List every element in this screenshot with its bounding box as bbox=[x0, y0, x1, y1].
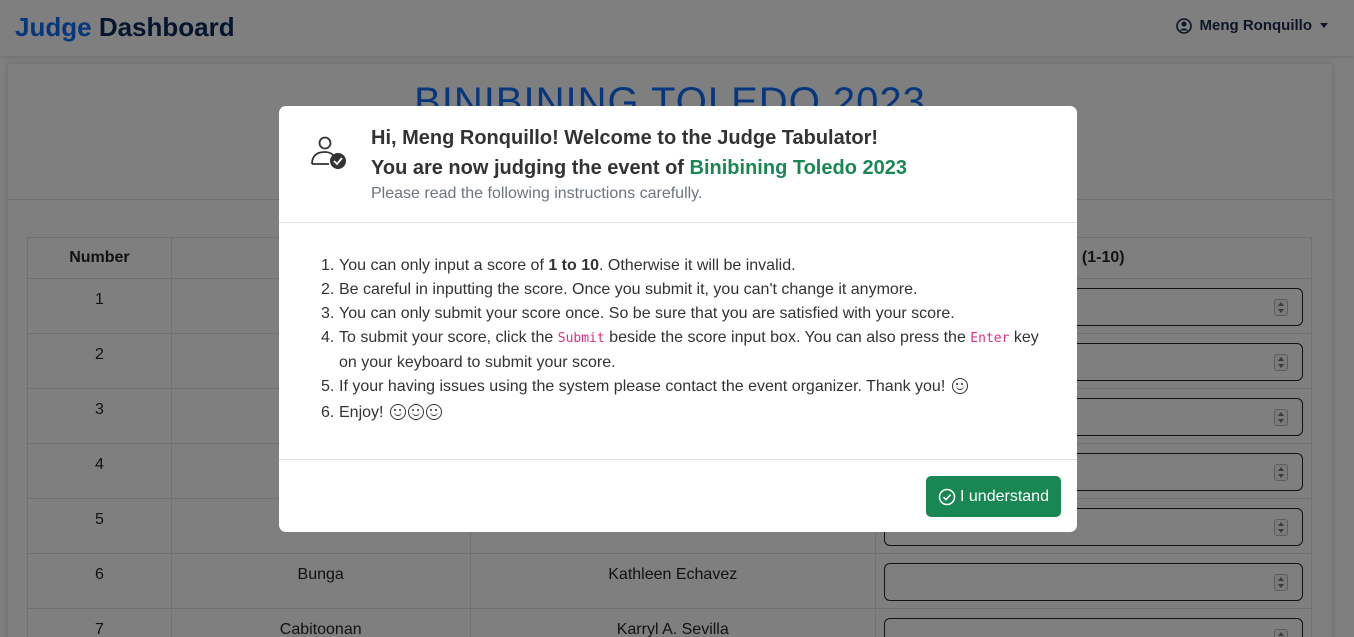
button-label: I understand bbox=[960, 487, 1049, 505]
modal-header: Hi, Meng Ronquillo! Welcome to the Judge… bbox=[279, 106, 1077, 223]
judging-prefix: You are now judging the event of bbox=[371, 157, 690, 179]
modal-body: 1. You can only input a score of 1 to 10.… bbox=[279, 223, 1077, 460]
modal-greeting: Hi, Meng Ronquillo! Welcome to the Judge… bbox=[371, 127, 879, 149]
modal-subtitle: Please read the following instructions c… bbox=[371, 185, 703, 202]
list-item: 6. Enjoy! bbox=[321, 401, 1049, 425]
smiley-icon bbox=[407, 404, 424, 420]
smiley-icon bbox=[951, 378, 968, 394]
instruction-text: You can only input a score of bbox=[339, 257, 549, 274]
check-circle-icon bbox=[938, 488, 956, 505]
instruction-text: You can only submit your score once. So … bbox=[339, 305, 955, 322]
code-enter: Enter bbox=[970, 331, 1010, 346]
list-item: 2. Be careful in inputting the score. Onc… bbox=[321, 281, 918, 298]
welcome-modal: Hi, Meng Ronquillo! Welcome to the Judge… bbox=[279, 106, 1077, 532]
instructions-list: 1. You can only input a score of 1 to 10.… bbox=[321, 254, 1049, 425]
instruction-text: Be careful in inputting the score. Once … bbox=[339, 281, 918, 298]
list-item: 1. You can only input a score of 1 to 10.… bbox=[321, 257, 796, 274]
user-check-icon bbox=[311, 136, 346, 169]
event-name: Binibining Toledo 2023 bbox=[689, 157, 907, 179]
instruction-text: . Otherwise it will be invalid. bbox=[599, 257, 796, 274]
instruction-bold: 1 to 10 bbox=[548, 257, 600, 274]
instruction-text: beside the score input box. You can also… bbox=[604, 329, 971, 346]
list-item: 4. To submit your score, click the Submit… bbox=[321, 329, 1039, 371]
code-submit: Submit bbox=[557, 331, 605, 346]
i-understand-button[interactable]: I understand bbox=[926, 476, 1061, 517]
smiley-icon bbox=[425, 404, 442, 420]
smiley-icon bbox=[389, 404, 406, 420]
instruction-text: To submit your score, click the bbox=[339, 329, 558, 346]
instruction-text: Enjoy! bbox=[339, 404, 384, 421]
modal-judging-line: You are now judging the event of Binibin… bbox=[371, 155, 907, 181]
list-item: 3. You can only submit your score once. S… bbox=[321, 305, 955, 322]
instruction-text: If your having issues using the system p… bbox=[339, 378, 946, 395]
list-item: 5. If your having issues using the system… bbox=[321, 375, 1049, 399]
